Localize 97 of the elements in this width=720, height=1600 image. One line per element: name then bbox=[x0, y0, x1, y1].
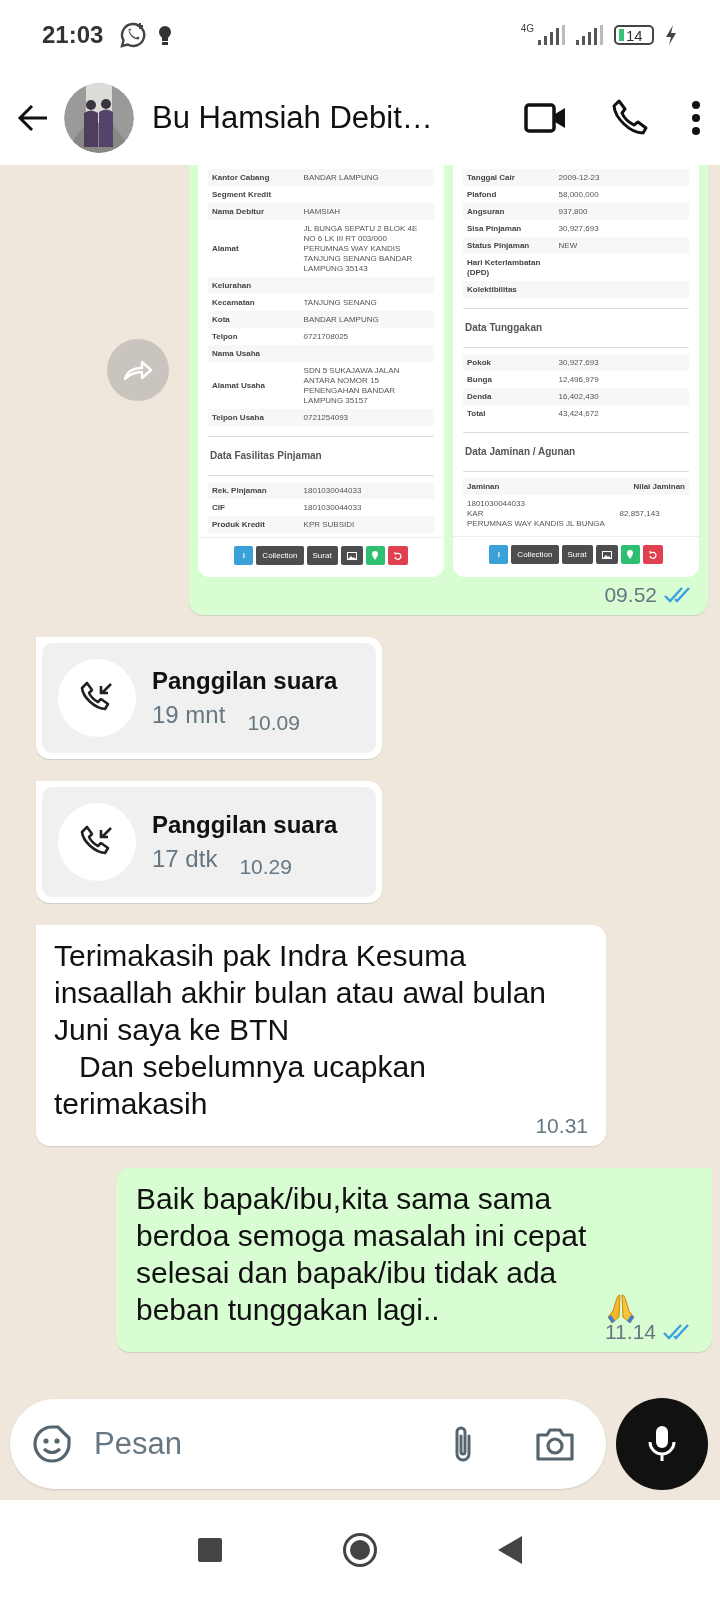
field-value: 30,927,693 bbox=[558, 357, 600, 368]
phone-bubble-icon bbox=[119, 21, 148, 49]
field-value: 12,496,979 bbox=[558, 374, 600, 385]
screenshot-thumbnail[interactable] bbox=[453, 165, 699, 577]
call-title: Panggilan suara bbox=[152, 811, 338, 839]
text-message[interactable]: Terimakasih pak Indra Kesuma insaallah akhir bulan atau awal bulan Juni saya ke BTN Dan sebelumnya ucapkan terimakasih 10.31 bbox=[36, 925, 606, 1146]
field-value: 1801030044033 bbox=[303, 485, 363, 496]
field-label: Nama Usaha bbox=[212, 348, 262, 359]
camera-icon[interactable] bbox=[534, 1426, 576, 1462]
call-duration: 17 dtk bbox=[152, 845, 218, 873]
toolbar-button: Collection bbox=[511, 545, 559, 564]
field-label: Telpon Usaha bbox=[212, 412, 265, 423]
network-type: 4G bbox=[520, 22, 534, 34]
section-heading: Data Jaminan / Agunan bbox=[463, 432, 689, 472]
field-label: Nama Debitur bbox=[212, 206, 265, 217]
home-button[interactable] bbox=[342, 1532, 378, 1568]
field-label: Hari Keterlambatan (DPD) bbox=[467, 257, 542, 278]
field-value: BANDAR LAMPUNG bbox=[303, 172, 380, 183]
field-value: NEW bbox=[558, 240, 579, 251]
field-label: Status Pinjaman bbox=[467, 240, 531, 251]
toolbar-button: Surat bbox=[561, 545, 593, 564]
section-heading: Data Tunggakan bbox=[463, 308, 689, 348]
field-value: 0721254093 bbox=[303, 412, 350, 423]
field-value: 30,927,693 bbox=[558, 223, 600, 234]
field-value: Nilai Jaminan bbox=[632, 481, 685, 492]
field-value: HAMSIAH bbox=[303, 206, 341, 217]
field-label: Kolektibilitas bbox=[467, 284, 518, 295]
status-time: 21:03 bbox=[42, 21, 104, 49]
message-field[interactable]: Pesan bbox=[92, 1425, 434, 1463]
message-text: Baik bapak/ibu,kita sama sama berdoa semoga masalah ini cepat selesai dan bapak/ibu tidak ada beban tunggakan lagi.. bbox=[136, 1181, 588, 1328]
undo-icon bbox=[393, 551, 402, 560]
back-button[interactable] bbox=[498, 1536, 522, 1564]
notification-icon bbox=[157, 24, 174, 46]
more-icon[interactable] bbox=[690, 99, 702, 136]
video-camera-icon[interactable] bbox=[524, 100, 568, 135]
message-time: 11.14 bbox=[605, 1320, 656, 1344]
call-message[interactable]: Panggilan suara 19 mnt 10.09 bbox=[36, 637, 382, 759]
field-label: Bunga bbox=[467, 374, 493, 385]
toolbar-button: Collection bbox=[256, 546, 304, 565]
field-label: Angsuran bbox=[467, 206, 506, 217]
sticker-icon[interactable] bbox=[32, 1424, 72, 1464]
signal-icon bbox=[536, 24, 566, 46]
pin-icon bbox=[372, 551, 379, 560]
field-label: Telpon bbox=[212, 331, 239, 342]
charging-icon bbox=[664, 24, 678, 46]
call-duration: 19 mnt bbox=[152, 701, 226, 729]
field-label: Jaminan bbox=[467, 481, 501, 492]
field-value: 937,800 bbox=[558, 206, 589, 217]
message-time: 10.09 bbox=[247, 711, 300, 735]
field-value: 82,857,143 bbox=[619, 508, 661, 519]
field-label: Alamat bbox=[212, 243, 240, 254]
pin-icon bbox=[627, 550, 634, 559]
field-value: 2009-12-23 bbox=[558, 172, 601, 183]
forward-arrow-icon bbox=[122, 359, 154, 381]
info-button: i bbox=[234, 546, 254, 565]
field-value: SDN 5 SUKAJAWA JALAN ANTARA NOMOR 15 PENENGAHAN BANDAR LAMPUNG 35157 bbox=[303, 365, 401, 406]
field-label: Sisa Pinjaman bbox=[467, 223, 523, 234]
microphone-icon bbox=[647, 1424, 677, 1464]
call-title: Panggilan suara bbox=[152, 667, 338, 695]
signal-icon bbox=[574, 24, 604, 46]
field-label: Alamat Usaha bbox=[212, 380, 266, 391]
message-time: 10.29 bbox=[239, 855, 292, 879]
toolbar-button: Surat bbox=[306, 546, 338, 565]
call-message[interactable]: Panggilan suara 17 dtk 10.29 bbox=[36, 781, 382, 903]
field-value: 0721708025 bbox=[303, 331, 350, 342]
text-message[interactable]: Baik bapak/ibu,kita sama sama berdoa semoga masalah ini cepat selesai dan bapak/ibu tidak ada beban tunggakan lagi.. 11.14 bbox=[116, 1168, 712, 1352]
message-time: 09.52 bbox=[604, 583, 657, 607]
field-label: Kelurahan bbox=[212, 280, 253, 291]
field-value: TANJUNG SENANG bbox=[303, 297, 378, 308]
field-label: Kecamatan bbox=[212, 297, 256, 308]
field-label: CIF bbox=[212, 502, 226, 513]
field-label: 1801030044033 KAR PERUMNAS WAY KANDIS JL BUNGA bbox=[467, 498, 606, 529]
field-label: Kota bbox=[212, 314, 231, 325]
field-value: 16,402,430 bbox=[558, 391, 600, 402]
field-value: KPR SUBSIDI bbox=[303, 519, 356, 530]
field-value: JL BUNGA SEPATU 2 BLOK 4E NO 6 LK III RT 003/000 PERUMNAS WAY KANDIS TANJUNG SENANG BANDAR LAMPUNG 35143 bbox=[303, 223, 419, 274]
section-heading: Data Fasilitas Pinjaman bbox=[208, 436, 434, 476]
field-label: Produk Kredit bbox=[212, 519, 266, 530]
image-icon bbox=[346, 551, 357, 560]
field-label: Total bbox=[467, 408, 487, 419]
field-value: BANDAR LAMPUNG bbox=[303, 314, 380, 325]
image-message[interactable] bbox=[189, 165, 708, 615]
contact-name[interactable]: Bu Hamsiah Debit… bbox=[152, 99, 514, 136]
field-label: Tanggal Cair bbox=[467, 172, 516, 183]
info-button: i bbox=[489, 545, 509, 564]
field-label: Denda bbox=[467, 391, 493, 402]
field-label: Pokok bbox=[467, 357, 492, 368]
field-label: Plafond bbox=[467, 189, 498, 200]
field-label: Segment Kredit bbox=[212, 189, 273, 200]
field-value: 43,424,672 bbox=[558, 408, 600, 419]
image-icon bbox=[601, 550, 612, 559]
field-value: 58,000,000 bbox=[558, 189, 600, 200]
field-value: 1801030044033 bbox=[303, 502, 363, 513]
field-label: Rek. Pinjaman bbox=[212, 485, 268, 496]
field-label: Kantor Cabang bbox=[212, 172, 271, 183]
battery-icon: 14 bbox=[614, 25, 654, 45]
undo-icon bbox=[648, 550, 657, 559]
